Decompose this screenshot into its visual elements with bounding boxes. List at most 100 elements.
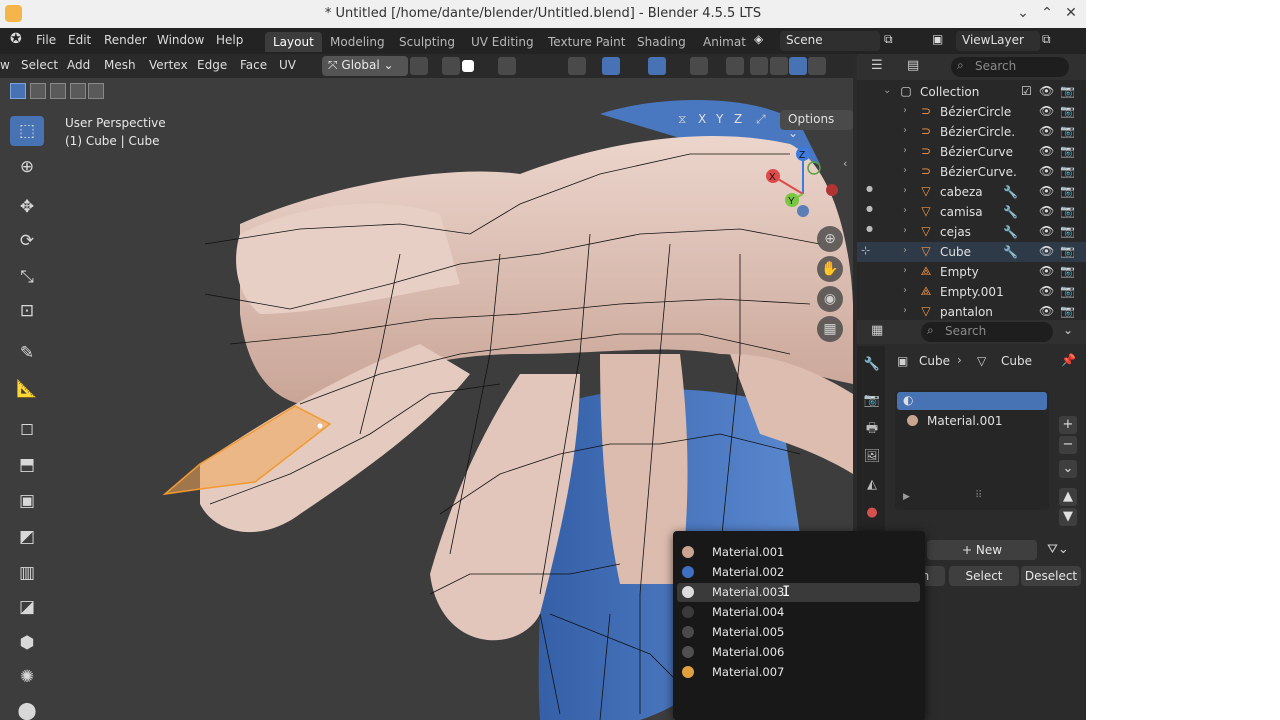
edit-mode-icon[interactable]: ⊹ <box>861 244 870 257</box>
material-menu-item[interactable]: Material.003 <box>677 583 920 602</box>
blender-logo-icon[interactable]: ✪ <box>10 31 22 47</box>
camera-icon[interactable]: 📷 <box>1060 124 1075 138</box>
camera-icon[interactable]: 📷 <box>1060 104 1075 118</box>
bevel-tool-icon[interactable]: ◩ <box>10 522 44 552</box>
menu-render[interactable]: Render <box>104 33 147 47</box>
camera-icon[interactable]: 📷 <box>1060 244 1075 258</box>
navigation-gizmo[interactable]: Z X Y <box>758 134 848 234</box>
chevron-right-icon[interactable]: › <box>903 205 907 216</box>
pan-hand-icon[interactable]: ✋ <box>817 256 843 282</box>
eye-icon[interactable]: 👁 <box>1039 124 1054 138</box>
annotate-tool-icon[interactable]: ✎ <box>10 338 44 368</box>
move-tool-icon[interactable]: ✥ <box>10 192 44 222</box>
wrench-icon[interactable]: 🔧 <box>1003 205 1018 219</box>
dot-icon[interactable]: ● <box>866 204 873 213</box>
minimize-icon[interactable]: ⌄ <box>1014 4 1032 22</box>
auto-merge-icon[interactable]: ⤢ <box>756 112 766 127</box>
new-scene-icon[interactable]: ⧉ <box>884 32 893 47</box>
cursor-tool-icon[interactable]: ⊕ <box>10 152 44 182</box>
camera-icon[interactable]: 📷 <box>1060 164 1075 178</box>
material-menu-item[interactable]: Material.002 <box>677 563 920 582</box>
mesh-edit-overlay-icon[interactable] <box>690 57 708 75</box>
editor-type-icon[interactable]: ☰ <box>871 58 883 73</box>
transform-tool-icon[interactable]: ⊡ <box>10 296 44 326</box>
chevron-down-icon[interactable]: ⌄ <box>883 85 891 96</box>
eye-icon[interactable]: 👁 <box>1039 284 1054 298</box>
remove-slot-icon[interactable]: − <box>1059 436 1077 454</box>
camera-icon[interactable]: 📷 <box>1060 184 1075 198</box>
eye-icon[interactable]: 👁 <box>1039 204 1054 218</box>
material-preview-icon[interactable] <box>789 57 807 75</box>
material-menu-item[interactable]: Material.005 <box>677 623 920 642</box>
outliner-item[interactable]: ● › ▽ cabeza 🔧 👁 📷 <box>857 182 1086 202</box>
mirror-y[interactable]: Y <box>716 112 723 126</box>
menu-vertex[interactable]: Vertex <box>149 58 188 72</box>
menu-uv[interactable]: UV <box>279 58 296 72</box>
camera-icon[interactable]: 📷 <box>1060 84 1075 98</box>
sidebar-toggle-icon[interactable]: ‹ <box>843 157 847 170</box>
menu-face[interactable]: Face <box>240 58 267 72</box>
mirror-z[interactable]: Z <box>734 112 742 126</box>
outliner-item[interactable]: › ⊃ BézierCircle 👁 📷 <box>857 102 1086 122</box>
select-intersect-icon[interactable] <box>88 83 104 99</box>
snap-target-icon[interactable] <box>462 60 474 72</box>
rendered-shading-icon[interactable] <box>808 57 826 75</box>
camera-icon[interactable]: 📷 <box>1060 224 1075 238</box>
outliner-item[interactable]: › ⟁ Empty.001 👁 📷 <box>857 282 1086 302</box>
menu-edge[interactable]: Edge <box>197 58 227 72</box>
eye-icon[interactable]: 👁 <box>1039 164 1054 178</box>
outliner-item[interactable]: › ⊃ BézierCurve.0 👁 📷 <box>857 162 1086 182</box>
select-subtract-icon[interactable] <box>50 83 66 99</box>
chevron-right-icon[interactable]: › <box>903 285 907 296</box>
select-button[interactable]: Select <box>949 566 1019 586</box>
chevron-right-icon[interactable]: › <box>903 265 907 276</box>
view-layer-icon[interactable]: ▣ <box>932 32 943 46</box>
eye-icon[interactable]: 👁 <box>1039 84 1054 98</box>
editor-type-icon[interactable]: ▦ <box>871 323 883 338</box>
inset-tool-icon[interactable]: ▣ <box>10 486 44 516</box>
solid-shading-icon[interactable] <box>770 57 788 75</box>
output-tab-icon[interactable]: 🖶 <box>863 420 881 438</box>
view-object-types-icon[interactable] <box>568 57 586 75</box>
material-menu-item[interactable]: Material.007 <box>677 663 920 682</box>
dot-icon[interactable]: ● <box>866 184 873 193</box>
maximize-icon[interactable]: ⌃ <box>1038 4 1056 22</box>
display-mode-icon[interactable]: ▤ <box>907 58 919 73</box>
add-slot-icon[interactable]: + <box>1059 416 1077 434</box>
eye-icon[interactable]: 👁 <box>1039 244 1054 258</box>
wireframe-shading-icon[interactable] <box>750 57 768 75</box>
new-material-button[interactable]: + New <box>927 540 1037 560</box>
menu-edit[interactable]: Edit <box>68 33 91 47</box>
scene-tab-icon[interactable]: ◭ <box>863 476 881 494</box>
chevron-right-icon[interactable]: › <box>903 185 907 196</box>
outliner-item[interactable]: › ⟁ Empty 👁 📷 <box>857 262 1086 282</box>
camera-view-icon[interactable]: ◉ <box>817 286 843 312</box>
wrench-icon[interactable]: 🔧 <box>1003 225 1018 239</box>
outliner-item[interactable]: › ⊃ BézierCurve 👁 📷 <box>857 142 1086 162</box>
proportional-edit-icon[interactable] <box>498 57 516 75</box>
camera-icon[interactable]: 📷 <box>1060 144 1075 158</box>
menu-window[interactable]: Window <box>157 33 204 47</box>
tool-tab-icon[interactable]: 🔧 <box>863 356 881 374</box>
chevron-right-icon[interactable]: › <box>903 125 907 136</box>
outliner-item[interactable]: ● › ▽ camisa 🔧 👁 📷 <box>857 202 1086 222</box>
loop-cut-tool-icon[interactable]: ▥ <box>10 558 44 588</box>
slot-specials-icon[interactable]: ⌄ <box>1059 460 1077 478</box>
tab-animation[interactable]: Animat <box>695 32 754 52</box>
select-difference-icon[interactable] <box>70 83 86 99</box>
eye-icon[interactable]: 👁 <box>1039 184 1054 198</box>
view-layer-tab-icon[interactable]: 🖼 <box>863 448 881 466</box>
chevron-right-icon[interactable]: › <box>903 225 907 236</box>
extrude-tool-icon[interactable]: ⬒ <box>10 450 44 480</box>
new-view-layer-icon[interactable]: ⧉ <box>1042 32 1051 47</box>
xray-toggle-icon[interactable] <box>726 57 744 75</box>
deselect-button[interactable]: Deselect <box>1021 566 1081 586</box>
render-tab-icon[interactable]: 📷 <box>863 392 881 410</box>
snap-icon[interactable] <box>442 57 460 75</box>
camera-icon[interactable]: 📷 <box>1060 304 1075 318</box>
dot-icon[interactable]: ● <box>866 224 873 233</box>
transform-orientation-dropdown[interactable]: ⤧ Global ⌄ <box>322 56 408 76</box>
select-new-icon[interactable] <box>10 83 26 99</box>
camera-icon[interactable]: 📷 <box>1060 284 1075 298</box>
material-slot-active[interactable]: ◐ <box>897 392 1047 410</box>
